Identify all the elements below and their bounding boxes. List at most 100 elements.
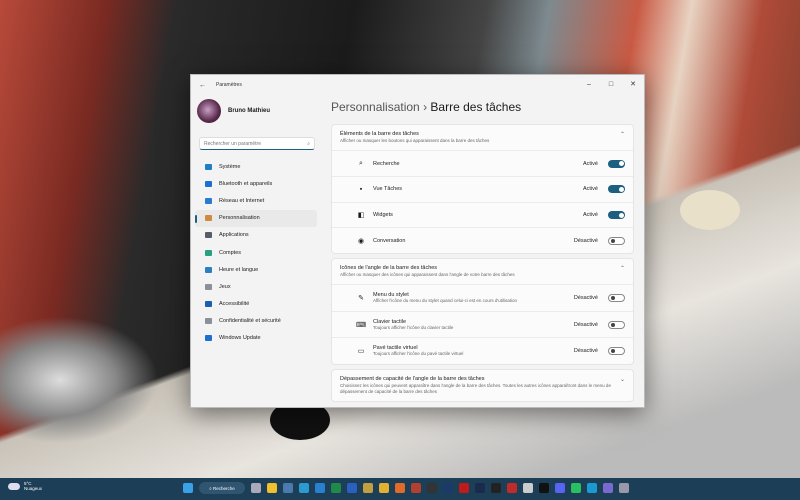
- task-view-icon[interactable]: [251, 483, 261, 493]
- close-button[interactable]: ✕: [622, 75, 644, 93]
- search-placeholder: Rechercher un paramètre: [204, 140, 261, 147]
- sidebar-item-systeme[interactable]: Système: [195, 158, 317, 175]
- app-icon[interactable]: [491, 483, 501, 493]
- teams-icon[interactable]: [603, 483, 613, 493]
- chrome-icon[interactable]: [379, 483, 389, 493]
- sidebar-item-label: Heure et langue: [219, 266, 259, 273]
- toggle-switch[interactable]: [608, 294, 625, 303]
- setting-sublabel: Afficher l'icône du menu du stylet quand…: [373, 298, 517, 304]
- sidebar-item-personnalisation[interactable]: Personnalisation: [195, 209, 317, 227]
- app-icon[interactable]: [283, 483, 293, 493]
- nav-icon: [205, 232, 212, 239]
- sidebar-item-reseau-et-internet[interactable]: Réseau et Internet: [195, 192, 317, 209]
- chevron-up-icon[interactable]: ⌃: [620, 131, 625, 138]
- toggle-state: Désactivé: [573, 348, 598, 355]
- sidebar-item-comptes[interactable]: Comptes: [195, 244, 317, 261]
- app-icon[interactable]: [427, 483, 437, 493]
- wallpaper-highlight: [680, 190, 740, 230]
- sidebar-item-windows-update[interactable]: Windows Update: [195, 330, 317, 347]
- sidebar-item-label: Bluetooth et appareils: [219, 180, 273, 187]
- toggle-switch[interactable]: [608, 347, 625, 356]
- breadcrumb-separator: ›: [423, 100, 428, 114]
- app-icon[interactable]: [411, 483, 421, 493]
- nav-icon: [205, 215, 212, 222]
- photoshop-icon[interactable]: [443, 483, 453, 493]
- setting-row: ◉ Conversation Désactivé: [332, 227, 633, 253]
- sidebar-item-label: Applications: [219, 232, 249, 239]
- sidebar-item-label: Personnalisation: [219, 215, 260, 222]
- setting-label: Vue Tâches: [373, 186, 403, 193]
- sidebar-item-bluetooth-et-appareils[interactable]: Bluetooth et appareils: [195, 175, 317, 192]
- nav-icon: [205, 266, 212, 273]
- chevron-up-icon[interactable]: ⌃: [620, 265, 625, 272]
- start-icon[interactable]: [183, 483, 193, 493]
- file-explorer-icon[interactable]: [267, 483, 277, 493]
- page-title: Barre des tâches: [430, 100, 522, 114]
- edge-icon[interactable]: [299, 483, 309, 493]
- weather-widget[interactable]: 5°C Nuageux: [8, 481, 42, 491]
- section-header[interactable]: Éléments de la barre des tâches Afficher …: [332, 125, 633, 150]
- settings-window: ← Paramètres – □ ✕ Bruno Mathieu Recherc…: [190, 74, 645, 408]
- word-icon[interactable]: [347, 483, 357, 493]
- tiktok-icon[interactable]: [539, 483, 549, 493]
- skype-icon[interactable]: [587, 483, 597, 493]
- section-description: Choisissez les icônes qui peuvent appara…: [340, 382, 611, 395]
- toggle-state: Désactivé: [573, 321, 598, 328]
- settings-section: Icônes de l'angle de la barre des tâches…: [331, 258, 634, 365]
- back-button[interactable]: ←: [199, 82, 206, 89]
- app-icon[interactable]: [363, 483, 373, 493]
- section-header[interactable]: Dépassement de capacité de l'angle de la…: [332, 370, 633, 402]
- sidebar-item-confidentialite-et-securite[interactable]: Confidentialité et sécurité: [195, 313, 317, 330]
- setting-icon: ✎: [358, 295, 364, 303]
- setting-sublabel: Toujours afficher l'icône du clavier tac…: [373, 324, 454, 330]
- weather-condition: Nuageux: [24, 486, 43, 491]
- sidebar-item-applications[interactable]: Applications: [195, 227, 317, 244]
- setting-label: Conversation: [373, 237, 406, 244]
- nav-icon: [205, 163, 212, 170]
- setting-icon: ▪: [359, 185, 363, 193]
- toggle-switch[interactable]: [608, 159, 625, 168]
- filezilla-icon[interactable]: [507, 483, 517, 493]
- nav-icon: [205, 249, 212, 256]
- toggle-switch[interactable]: [608, 185, 625, 194]
- user-profile[interactable]: Bruno Mathieu: [191, 95, 321, 127]
- outlook-icon[interactable]: [315, 483, 325, 493]
- sidebar-item-jeux[interactable]: Jeux: [195, 278, 317, 295]
- app-icon[interactable]: [523, 483, 533, 493]
- settings-section: Dépassement de capacité de l'angle de la…: [331, 368, 634, 403]
- netflix-icon[interactable]: [459, 483, 469, 493]
- toggle-switch[interactable]: [608, 236, 625, 245]
- maximize-button[interactable]: □: [600, 75, 622, 93]
- nav-icon: [205, 318, 212, 325]
- chevron-down-icon[interactable]: ⌄: [620, 376, 625, 383]
- firefox-icon[interactable]: [395, 483, 405, 493]
- nav-icon: [205, 335, 212, 342]
- prime-video-icon[interactable]: [475, 483, 485, 493]
- search-input[interactable]: Rechercher un paramètre ⌕: [199, 137, 315, 150]
- toggle-switch[interactable]: [608, 211, 625, 220]
- breadcrumb: Personnalisation › Barre des tâches: [331, 100, 634, 114]
- sidebar: Bruno Mathieu Rechercher un paramètre ⌕ …: [191, 95, 321, 407]
- sidebar-item-accessibilite[interactable]: Accessibilité: [195, 296, 317, 313]
- taskbar-search[interactable]: ⌕ Recherche: [199, 482, 245, 494]
- sidebar-item-label: Jeux: [219, 283, 231, 290]
- nav-list: Système Bluetooth et appareils Réseau et I…: [191, 158, 321, 347]
- nav-icon: [205, 180, 212, 187]
- whatsapp-icon[interactable]: [571, 483, 581, 493]
- excel-icon[interactable]: [331, 483, 341, 493]
- settings-icon[interactable]: [619, 483, 629, 493]
- setting-sublabel: Toujours afficher l'icône du pavé tactil…: [373, 351, 464, 357]
- sidebar-item-heure-et-langue[interactable]: Heure et langue: [195, 261, 317, 278]
- breadcrumb-parent[interactable]: Personnalisation: [331, 100, 420, 114]
- sidebar-item-label: Système: [219, 163, 241, 170]
- section-header[interactable]: Icônes de l'angle de la barre des tâches…: [332, 259, 633, 284]
- setting-row: ▪ Vue Tâches Activé: [332, 175, 633, 202]
- setting-icon: ⌕: [359, 159, 363, 167]
- setting-row: ✎ Menu du stylet Afficher l'icône du menu …: [332, 284, 633, 311]
- setting-icon: ⌨: [356, 321, 367, 329]
- sidebar-item-label: Réseau et Internet: [219, 197, 265, 204]
- setting-label: Widgets: [373, 212, 393, 219]
- minimize-button[interactable]: –: [578, 75, 600, 93]
- discord-icon[interactable]: [555, 483, 565, 493]
- toggle-switch[interactable]: [608, 320, 625, 329]
